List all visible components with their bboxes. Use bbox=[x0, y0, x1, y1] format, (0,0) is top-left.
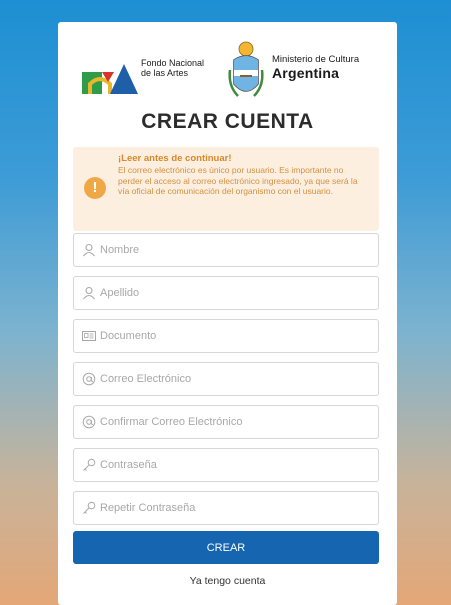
correo-field-wrapper bbox=[73, 362, 379, 396]
repeat-password-input[interactable] bbox=[100, 492, 370, 524]
confirm-email-input[interactable] bbox=[100, 406, 370, 438]
notice-title: ¡Leer antes de continuar! bbox=[118, 153, 232, 164]
email-input[interactable] bbox=[100, 363, 370, 395]
at-icon bbox=[82, 415, 96, 429]
password-input[interactable] bbox=[100, 449, 370, 481]
create-account-button[interactable]: CREAR bbox=[73, 531, 379, 564]
key-icon bbox=[83, 501, 96, 514]
exclamation-icon: ! bbox=[84, 177, 106, 199]
apellido-input[interactable] bbox=[100, 277, 370, 309]
documento-field-wrapper bbox=[73, 319, 379, 353]
repeat-password-field-wrapper bbox=[73, 491, 379, 525]
user-icon bbox=[83, 243, 95, 257]
ministerio-cultura-label: Ministerio de Cultura Argentina bbox=[272, 54, 397, 82]
ministry-line-2: Argentina bbox=[272, 65, 340, 81]
page-title: CREAR CUENTA bbox=[141, 110, 314, 133]
logo-header: Fondo Nacional de las Artes Ministerio d… bbox=[58, 38, 397, 108]
nombre-input[interactable] bbox=[100, 234, 370, 266]
warning-notice: ! ¡Leer antes de continuar! El correo el… bbox=[73, 147, 379, 231]
apellido-field-wrapper bbox=[73, 276, 379, 310]
at-icon bbox=[82, 372, 96, 386]
notice-body: El correo electrónico es único por usuar… bbox=[118, 165, 358, 196]
login-link[interactable]: Ya tengo cuenta bbox=[58, 575, 397, 587]
ministry-line-1: Ministerio de Cultura bbox=[272, 54, 360, 65]
documento-input[interactable] bbox=[100, 320, 370, 352]
fondo-nacional-label: Fondo Nacional de las Artes bbox=[141, 58, 205, 78]
argentina-coat-of-arms-icon bbox=[228, 41, 264, 97]
key-icon bbox=[83, 458, 96, 471]
register-card: Fondo Nacional de las Artes Ministerio d… bbox=[58, 22, 397, 605]
password-field-wrapper bbox=[73, 448, 379, 482]
id-card-icon bbox=[82, 331, 96, 341]
nombre-field-wrapper bbox=[73, 233, 379, 267]
confirm-email-field-wrapper bbox=[73, 405, 379, 439]
user-icon bbox=[83, 286, 95, 300]
fondo-nacional-artes-logo bbox=[82, 64, 138, 94]
